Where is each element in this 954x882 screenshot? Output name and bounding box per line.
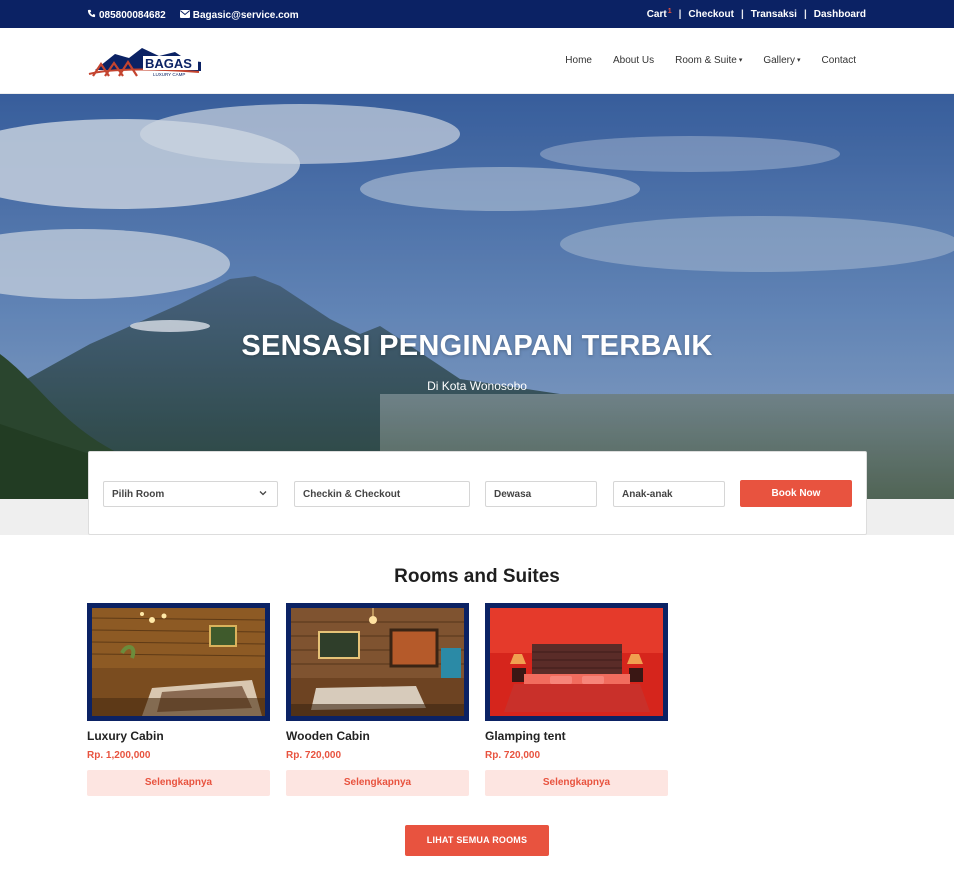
room-name: Glamping tent (485, 729, 566, 743)
adult-count-input[interactable]: Dewasa (485, 481, 597, 507)
room-price: Rp. 720,000 (286, 750, 342, 761)
room-details-button[interactable]: Selengkapnya (286, 770, 469, 796)
room-details-button[interactable]: Selengkapnya (87, 770, 270, 796)
mountain-cabin-logo-icon: BAGAS LUXURY CAMP (88, 48, 201, 77)
book-now-button[interactable]: Book Now (740, 480, 852, 507)
room-price: Rp. 1,200,000 (87, 750, 151, 761)
room-image-frame[interactable] (87, 603, 270, 721)
wooden-cabin-photo (291, 608, 464, 716)
contact-info: 085800084682 Bagasic@service.com (87, 9, 299, 21)
rooms-section-title: Rooms and Suites (394, 566, 560, 587)
cart-badge: 1 (667, 8, 672, 15)
room-name: Wooden Cabin (286, 729, 370, 743)
brand-logo[interactable]: BAGAS LUXURY CAMP (87, 44, 203, 80)
nav-contact[interactable]: Contact (822, 55, 856, 66)
room-card: Luxury Cabin Rp. 1,200,000 Selengkapnya (87, 603, 270, 796)
phone-icon (87, 9, 96, 21)
separator: | (803, 9, 807, 20)
room-image-frame[interactable] (485, 603, 668, 721)
room-select[interactable]: Pilih Room (103, 481, 278, 507)
separator: | (740, 9, 744, 20)
nav-home[interactable]: Home (565, 55, 592, 66)
main-navbar: BAGAS LUXURY CAMP Home About Us Room & S… (0, 28, 954, 94)
hero-title: SENSASI PENGINAPAN TERBAIK (241, 330, 713, 362)
see-all-rooms-button[interactable]: LIHAT SEMUA ROOMS (405, 825, 549, 856)
checkout-link[interactable]: Checkout (688, 9, 734, 20)
logo-text: BAGAS (145, 56, 192, 71)
luxury-cabin-photo (92, 608, 265, 716)
phone-info: 085800084682 (87, 9, 166, 21)
dashboard-link[interactable]: Dashboard (814, 9, 866, 20)
email-info: Bagasic@service.com (179, 9, 299, 21)
nav-about[interactable]: About Us (613, 55, 654, 66)
cart-link[interactable]: Cart1 (647, 8, 672, 20)
nav-gallery[interactable]: Gallery ▾ (763, 55, 800, 66)
room-select-value: Pilih Room (112, 489, 165, 500)
caret-down-icon: ▾ (797, 57, 801, 64)
caret-down-icon: ▾ (738, 57, 743, 64)
room-card: Wooden Cabin Rp. 720,000 Selengkapnya (286, 603, 469, 796)
mail-icon (179, 9, 190, 21)
child-count-input[interactable]: Anak-anak (613, 481, 725, 507)
transaksi-link[interactable]: Transaksi (751, 9, 797, 20)
date-range-input[interactable]: Checkin & Checkout (294, 481, 470, 507)
hero-landscape-image (0, 94, 954, 499)
room-name: Luxury Cabin (87, 729, 164, 743)
hero-banner: SENSASI PENGINAPAN TERBAIK Di Kota Wonos… (0, 94, 954, 499)
account-links: Cart1 | Checkout | Transaksi | Dashboard (647, 8, 866, 20)
chevron-down-icon (259, 491, 267, 496)
room-price: Rp. 720,000 (485, 750, 541, 761)
email-address: Bagasic@service.com (192, 9, 299, 21)
room-details-button[interactable]: Selengkapnya (485, 770, 668, 796)
top-bar: 085800084682 Bagasic@service.com Cart1 |… (0, 0, 954, 28)
booking-form: Pilih Room Checkin & Checkout Dewasa Ana… (88, 451, 867, 535)
phone-number: 085800084682 (99, 9, 166, 21)
logo-subtext: LUXURY CAMP (153, 72, 185, 77)
separator: | (678, 9, 682, 20)
nav-rooms[interactable]: Room & Suite ▾ (675, 55, 742, 66)
room-image-frame[interactable] (286, 603, 469, 721)
nav-menu: Home About Us Room & Suite ▾ Gallery ▾ Con… (565, 55, 856, 66)
glamping-tent-photo (490, 608, 663, 716)
room-card: Glamping tent Rp. 720,000 Selengkapnya (485, 603, 668, 796)
hero-subtitle: Di Kota Wonosobo (427, 379, 527, 393)
